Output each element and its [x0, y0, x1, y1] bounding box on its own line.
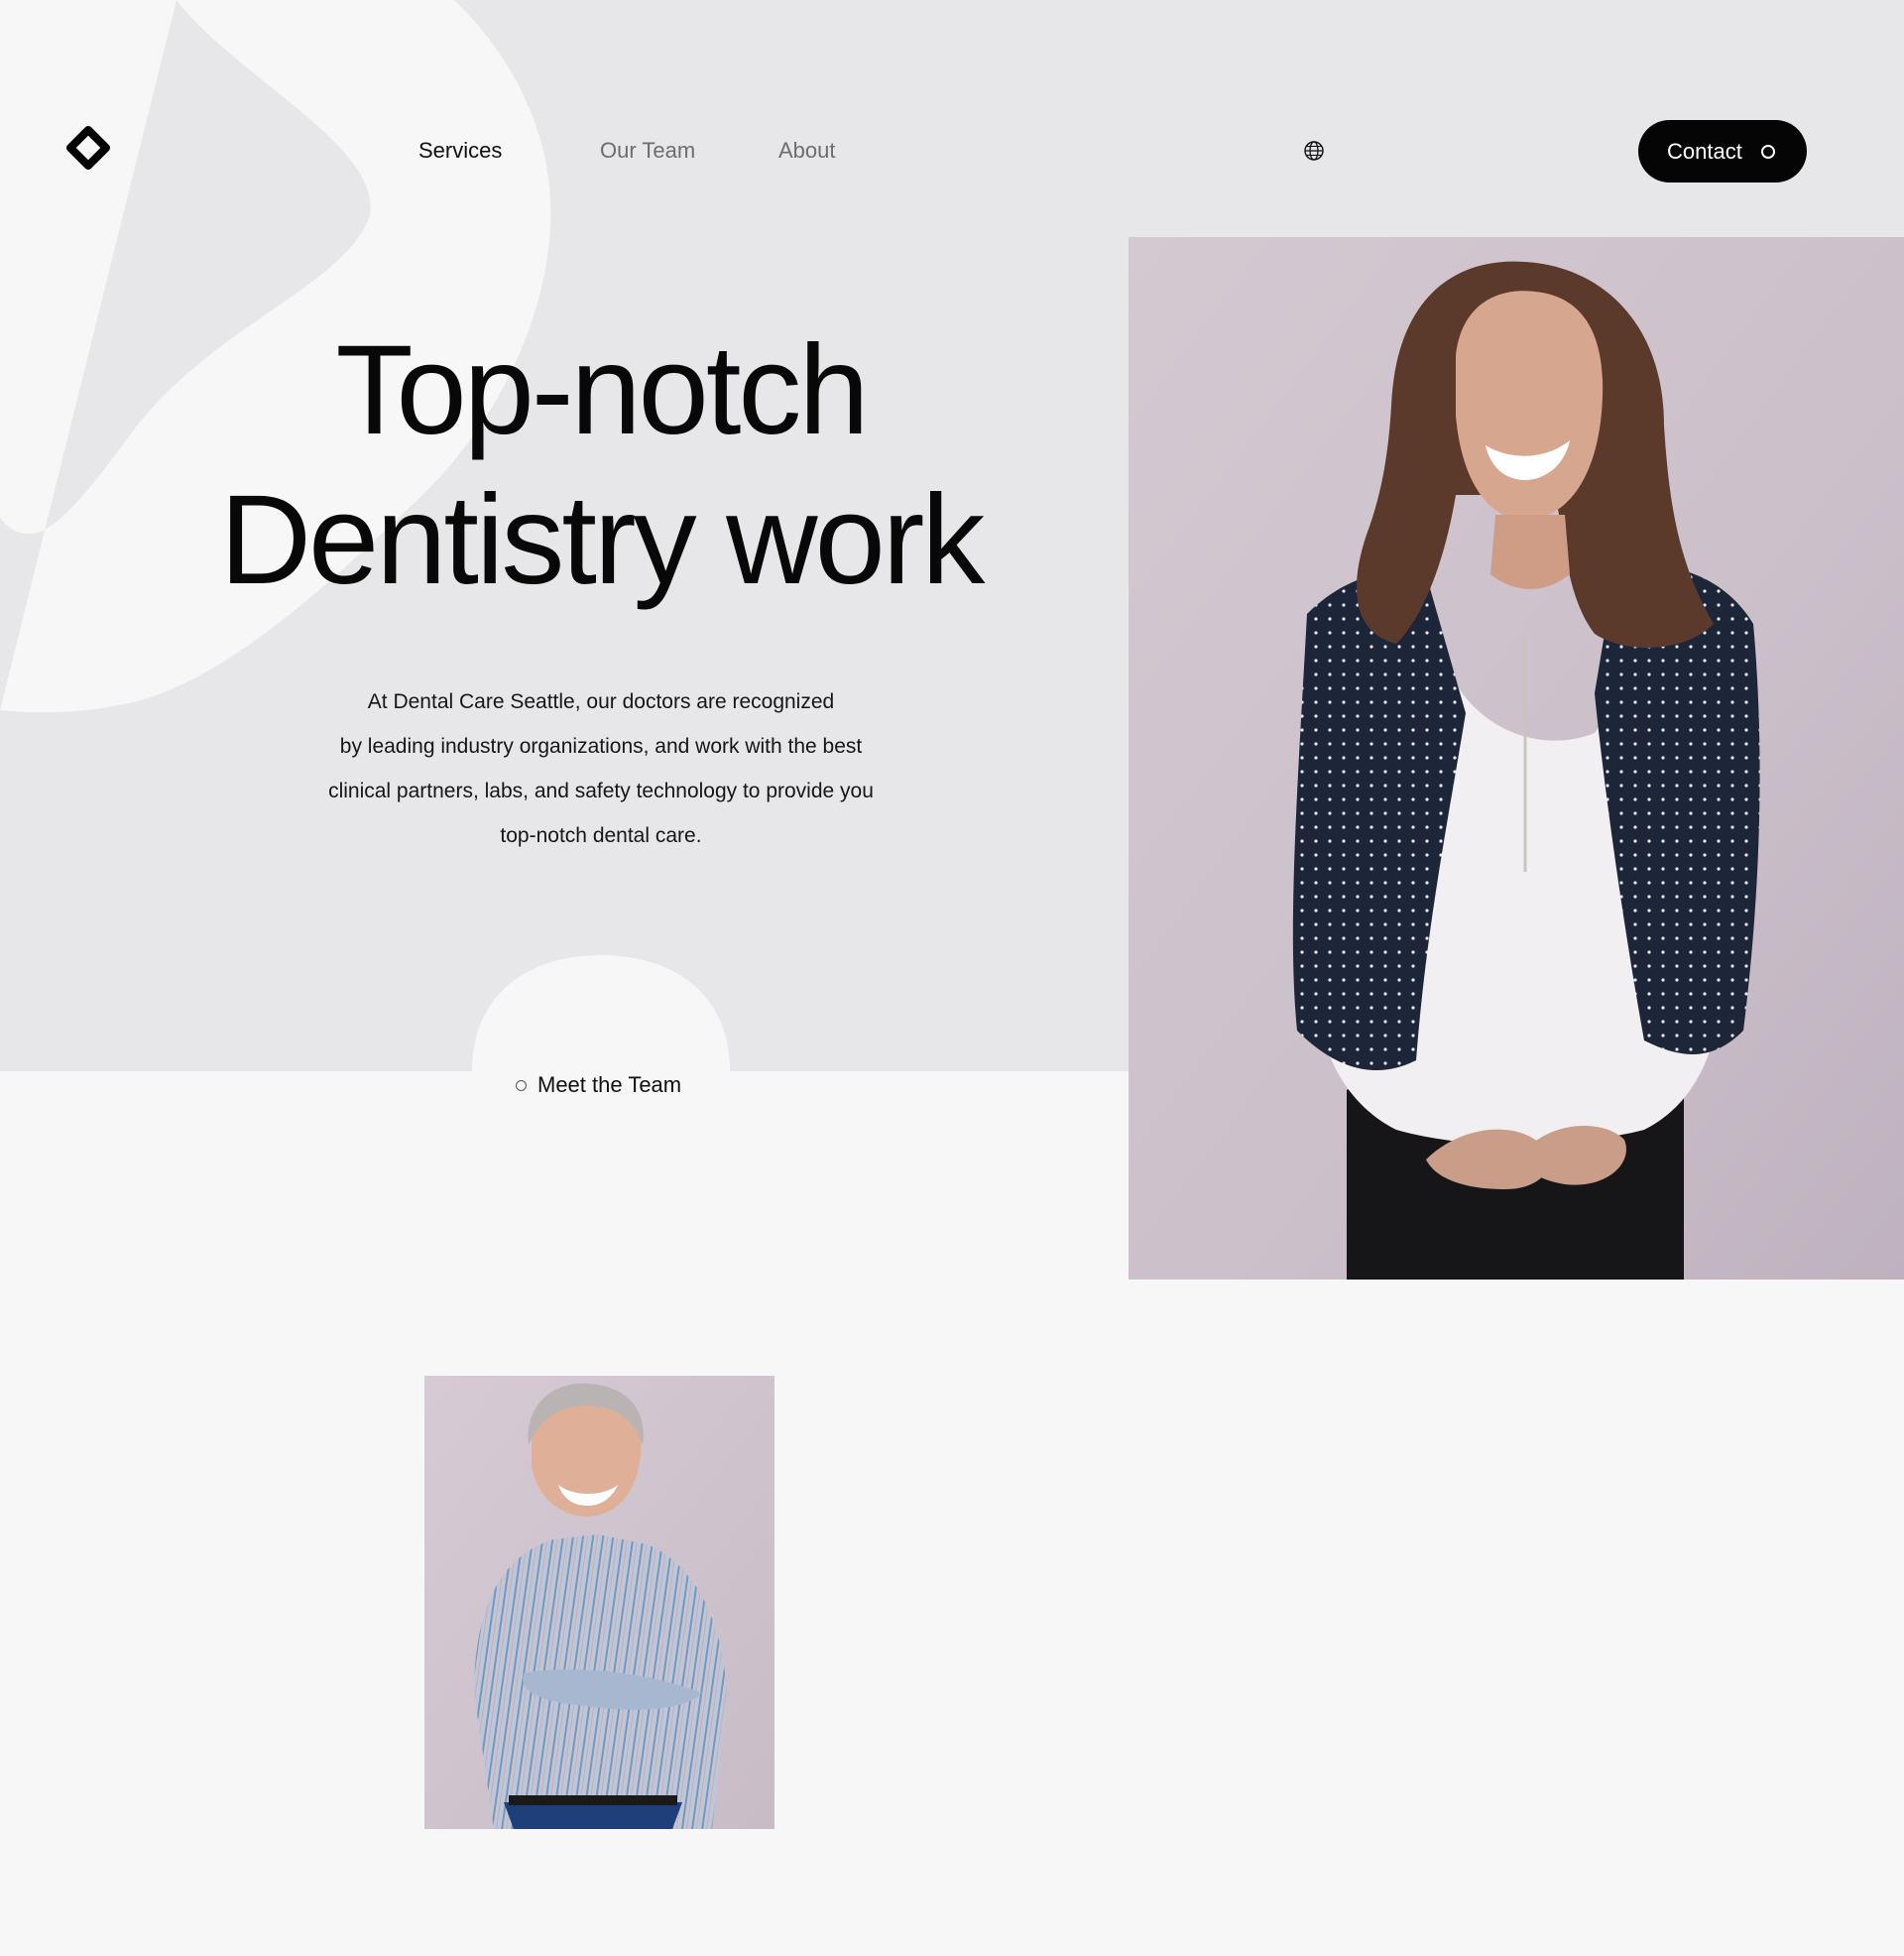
hero-intro-line: top-notch dental care.: [500, 824, 702, 847]
hero-title-line-1: Top-notch: [335, 319, 869, 461]
hero-title-line-2: Dentistry work: [219, 469, 986, 611]
nav-item-services[interactable]: Services: [418, 135, 502, 167]
globe-icon[interactable]: [1303, 140, 1325, 162]
nav-item-our-team[interactable]: Our Team: [600, 135, 695, 167]
nav-item-about[interactable]: About: [778, 135, 836, 167]
hero-intro-line: by leading industry organizations, and w…: [339, 735, 863, 758]
doctor-portrait-woman: [1129, 237, 1904, 1280]
meet-the-team-link[interactable]: Meet the Team: [516, 1069, 681, 1101]
hero-intro: At Dental Care Seattle, our doctors are …: [278, 679, 924, 858]
hero-intro-line: At Dental Care Seattle, our doctors are …: [367, 690, 835, 713]
meet-the-team-label: Meet the Team: [537, 1072, 682, 1097]
hero-title: Top-notch Dentistry work: [0, 315, 1202, 615]
contact-button[interactable]: Contact: [1638, 120, 1807, 183]
circle-icon: [1761, 145, 1775, 159]
circle-icon: [516, 1079, 527, 1091]
hero-intro-line: clinical partners, labs, and safety tech…: [328, 780, 874, 802]
contact-button-label: Contact: [1667, 138, 1742, 164]
main-nav: Services Our Team About: [0, 135, 1904, 167]
doctor-portrait-man: [424, 1376, 774, 1829]
